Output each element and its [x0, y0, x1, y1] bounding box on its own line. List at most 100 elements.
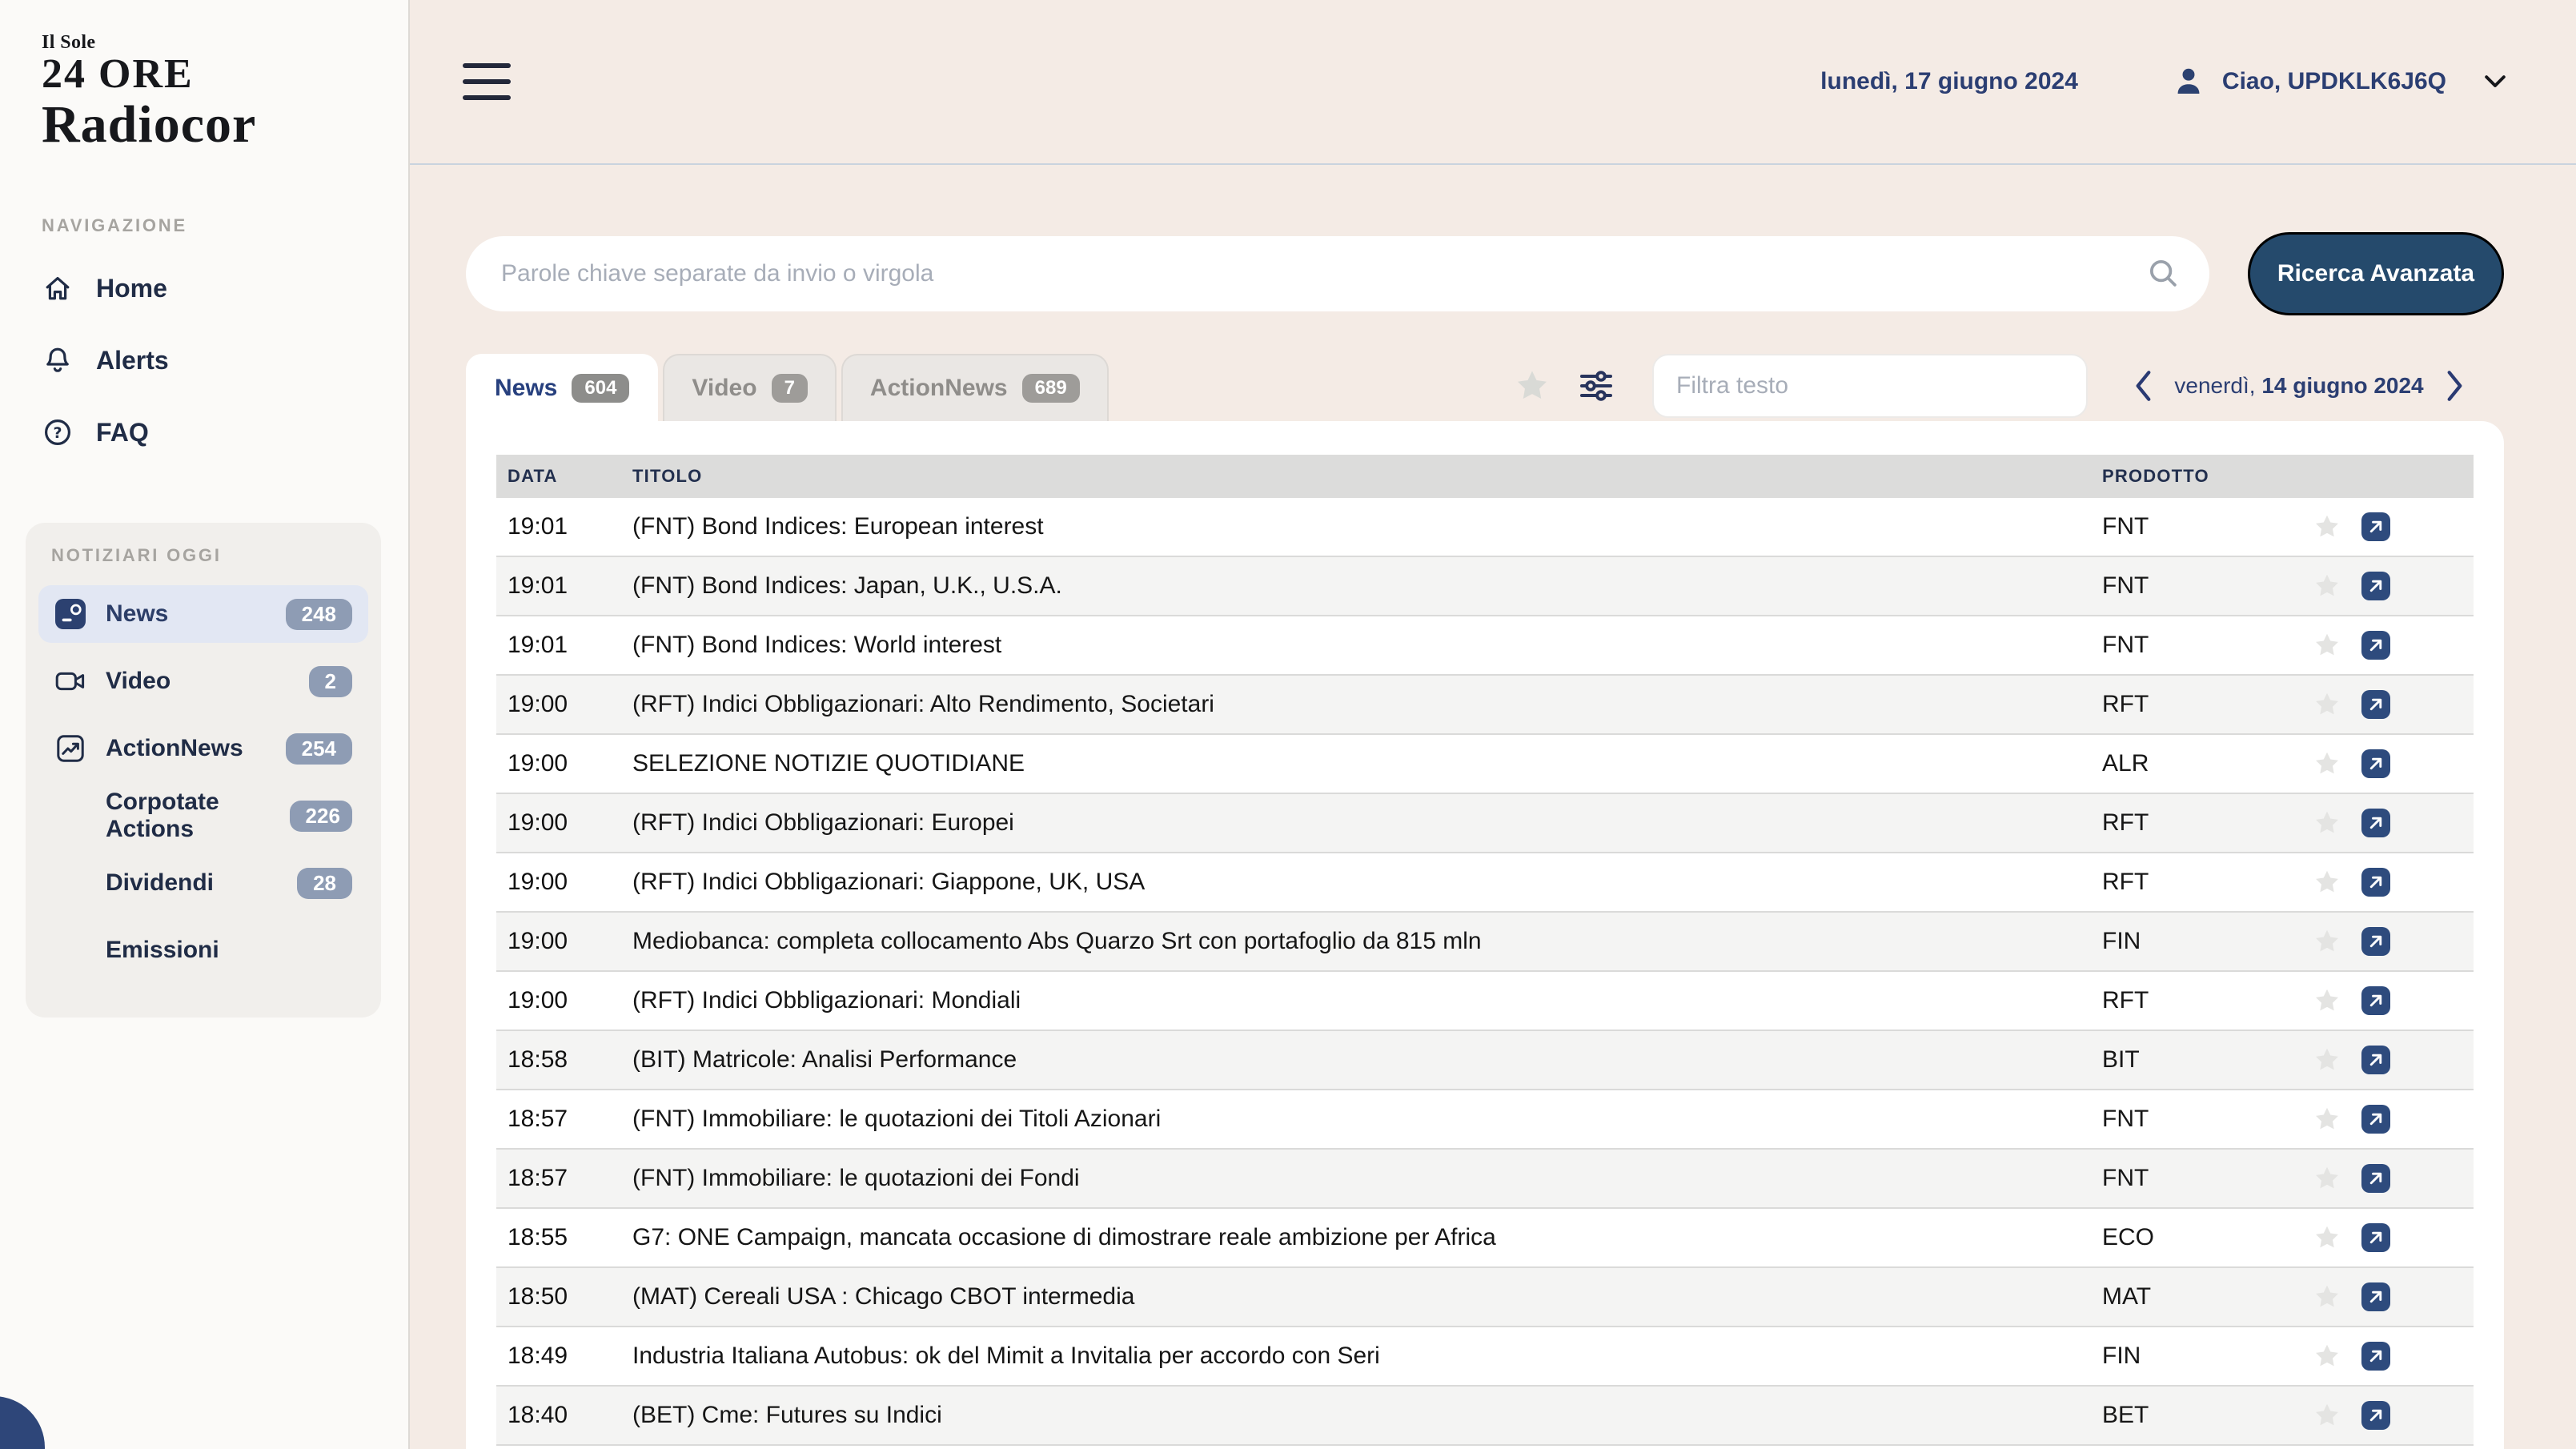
row-time: 19:00	[496, 691, 632, 718]
sidebar-item-label: Alerts	[96, 346, 169, 375]
table-row: 18:57 (FNT) Immobiliare: le quotazioni d…	[496, 1090, 2474, 1150]
row-title[interactable]: (FNT) Immobiliare: le quotazioni dei Fon…	[632, 1165, 2102, 1192]
tabs-row: News 604 Video 7 ActionNews 689	[466, 354, 2504, 421]
selected-date[interactable]: venerdì, 14 giugno 2024	[2157, 373, 2442, 399]
favorite-star-icon[interactable]	[2313, 1283, 2341, 1311]
open-article-button[interactable]	[2361, 809, 2390, 837]
favorite-star-icon[interactable]	[2313, 987, 2341, 1014]
row-title[interactable]: (RFT) Indici Obbligazionari: Giappone, U…	[632, 869, 2102, 896]
row-title[interactable]: (RFT) Indici Obbligazionari: Mondiali	[632, 987, 2102, 1014]
favorites-filter-star-icon[interactable]	[1515, 368, 1550, 403]
sidebar-item-alerts[interactable]: Alerts	[42, 324, 408, 396]
open-article-button[interactable]	[2361, 1164, 2390, 1193]
logo-il-sole: Il Sole	[42, 32, 408, 54]
row-time: 19:00	[496, 928, 632, 955]
favorite-star-icon[interactable]	[2313, 1224, 2341, 1251]
open-article-button[interactable]	[2361, 986, 2390, 1015]
favorite-star-icon[interactable]	[2313, 1402, 2341, 1429]
table-row: 18:50 (MAT) Cereali USA : Chicago CBOT i…	[496, 1268, 2474, 1327]
advanced-search-button[interactable]: Ricerca Avanzata	[2248, 232, 2504, 315]
tab-video[interactable]: Video 7	[663, 354, 837, 421]
row-title[interactable]: (RFT) Indici Obbligazionari: Alto Rendim…	[632, 691, 2102, 718]
open-article-button[interactable]	[2361, 631, 2390, 660]
favorite-star-icon[interactable]	[2313, 869, 2341, 896]
count-badge: 254	[286, 733, 352, 765]
logo-radiocor: Radiocor	[42, 98, 408, 151]
sidebar-item-emissioni[interactable]: Emissioni	[38, 921, 368, 979]
user-menu[interactable]: Ciao, UPDKLK6J6Q	[2171, 64, 2506, 99]
row-time: 18:55	[496, 1224, 632, 1251]
tab-actionnews[interactable]: ActionNews 689	[841, 354, 1109, 421]
table-row: 19:01 (FNT) Bond Indices: World interest…	[496, 616, 2474, 676]
favorite-star-icon[interactable]	[2313, 750, 2341, 777]
row-title[interactable]: (FNT) Bond Indices: European interest	[632, 513, 2102, 540]
sidebar-item-home[interactable]: Home	[42, 252, 408, 324]
sidebar-item-corporate-actions[interactable]: Corpotate Actions 226	[38, 787, 368, 845]
open-article-button[interactable]	[2361, 512, 2390, 541]
selected-date-weekday: venerdì,	[2174, 373, 2255, 398]
row-title[interactable]: (BET) Cme: Futures su Indici	[632, 1402, 2102, 1429]
news-icon	[54, 598, 86, 630]
floating-action-button[interactable]	[0, 1396, 45, 1449]
open-article-button[interactable]	[2361, 1342, 2390, 1371]
open-article-button[interactable]	[2361, 1282, 2390, 1311]
row-title[interactable]: Mediobanca: completa collocamento Abs Qu…	[632, 928, 2102, 955]
sidebar-item-actionnews[interactable]: ActionNews 254	[38, 720, 368, 777]
row-product: FNT	[2102, 572, 2294, 600]
count-badge: 248	[286, 599, 352, 630]
favorite-star-icon[interactable]	[2313, 513, 2341, 540]
open-article-button[interactable]	[2361, 1401, 2390, 1430]
sidebar-item-news[interactable]: News 248	[38, 585, 368, 643]
logo-24-ore: 24 ORE	[42, 54, 408, 95]
favorite-star-icon[interactable]	[2313, 572, 2341, 600]
row-title[interactable]: (BIT) Matricole: Analisi Performance	[632, 1046, 2102, 1074]
favorite-star-icon[interactable]	[2313, 809, 2341, 837]
column-header-titolo: TITOLO	[632, 466, 2102, 487]
row-title[interactable]: SELEZIONE NOTIZIE QUOTIDIANE	[632, 750, 2102, 777]
favorite-star-icon[interactable]	[2313, 1046, 2341, 1074]
table-row: 19:01 (FNT) Bond Indices: European inter…	[496, 498, 2474, 557]
favorite-star-icon[interactable]	[2313, 1343, 2341, 1370]
sidebar-item-faq[interactable]: ? FAQ	[42, 396, 408, 468]
row-title[interactable]: (MAT) Cereali USA : Chicago CBOT interme…	[632, 1283, 2102, 1311]
keyword-search-input[interactable]	[466, 236, 2209, 311]
row-product: FIN	[2102, 928, 2294, 955]
table-row: 19:00 (RFT) Indici Obbligazionari: Mondi…	[496, 972, 2474, 1031]
tab-news[interactable]: News 604	[466, 354, 658, 421]
row-title[interactable]: (FNT) Bond Indices: World interest	[632, 632, 2102, 659]
row-time: 18:50	[496, 1283, 632, 1311]
row-title[interactable]: (RFT) Indici Obbligazionari: Europei	[632, 809, 2102, 837]
sidebar-item-dividendi[interactable]: Dividendi 28	[38, 854, 368, 912]
count-badge: 226	[290, 801, 352, 832]
sidebar-item-label: ActionNews	[106, 735, 243, 762]
open-article-button[interactable]	[2361, 1046, 2390, 1074]
open-article-button[interactable]	[2361, 1105, 2390, 1134]
open-article-button[interactable]	[2361, 749, 2390, 778]
previous-day-chevron-icon[interactable]	[2129, 366, 2157, 406]
favorite-star-icon[interactable]	[2313, 1106, 2341, 1133]
row-product: ALR	[2102, 750, 2294, 777]
row-title[interactable]: G7: ONE Campaign, mancata occasione di d…	[632, 1224, 2102, 1251]
row-title[interactable]: Industria Italiana Autobus: ok del Mimit…	[632, 1343, 2102, 1370]
favorite-star-icon[interactable]	[2313, 928, 2341, 955]
menu-button[interactable]	[463, 63, 511, 100]
row-product: RFT	[2102, 809, 2294, 837]
chart-icon	[54, 733, 86, 765]
search-icon[interactable]	[2147, 257, 2181, 297]
open-article-button[interactable]	[2361, 927, 2390, 956]
favorite-star-icon[interactable]	[2313, 1165, 2341, 1192]
favorite-star-icon[interactable]	[2313, 691, 2341, 718]
open-article-button[interactable]	[2361, 1223, 2390, 1252]
next-day-chevron-icon[interactable]	[2442, 366, 2469, 406]
filter-sliders-icon[interactable]	[1579, 368, 1614, 403]
open-article-button[interactable]	[2361, 868, 2390, 897]
sidebar-item-video[interactable]: Video 2	[38, 652, 368, 710]
open-article-button[interactable]	[2361, 690, 2390, 719]
row-product: ECO	[2102, 1224, 2294, 1251]
row-title[interactable]: (FNT) Bond Indices: Japan, U.K., U.S.A.	[632, 572, 2102, 600]
count-badge: 28	[297, 868, 352, 899]
favorite-star-icon[interactable]	[2313, 632, 2341, 659]
text-filter-input[interactable]	[1652, 354, 2088, 418]
open-article-button[interactable]	[2361, 572, 2390, 600]
row-title[interactable]: (FNT) Immobiliare: le quotazioni dei Tit…	[632, 1106, 2102, 1133]
